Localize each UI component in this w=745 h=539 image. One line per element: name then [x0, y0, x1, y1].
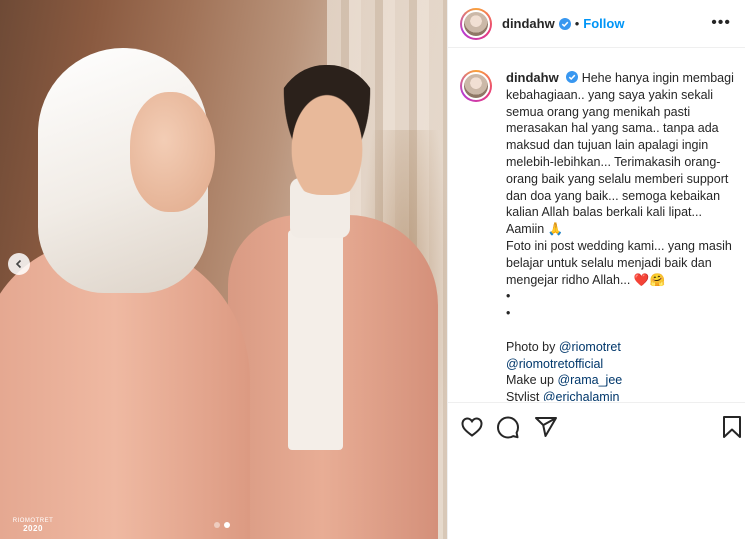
- caption-body: Hehe hanya ingin membagi kebahagiaan.. y…: [506, 71, 734, 237]
- post-side-panel: dindahw • Follow ••• dindahw Hehe hanya …: [447, 0, 745, 539]
- verified-badge-icon: [566, 71, 579, 83]
- caption-avatar[interactable]: [460, 70, 492, 102]
- carousel-dot-active: [224, 522, 230, 528]
- caption-username[interactable]: dindahw: [506, 70, 559, 85]
- photo-man-shirt: [288, 230, 343, 450]
- credit-stylist-link[interactable]: @erichalamin: [543, 390, 620, 401]
- comment-icon[interactable]: [496, 415, 520, 439]
- photo-woman-face: [130, 92, 215, 212]
- share-icon[interactable]: [534, 415, 558, 439]
- caption-body-2: Foto ini post wedding kami... yang masih…: [506, 238, 732, 287]
- action-bar: [448, 402, 745, 450]
- credit-photo-official-link[interactable]: @riomotretofficial: [506, 357, 603, 371]
- credit-photo-label: Photo by: [506, 339, 556, 354]
- photo-man-head: [272, 65, 382, 195]
- carousel-prev-button[interactable]: [8, 253, 30, 275]
- photo-watermark: RIOMOTRET 2020: [8, 517, 58, 533]
- caption-text: dindahw Hehe hanya ingin membagi kebahag…: [506, 70, 734, 401]
- header-separator: •: [574, 16, 580, 31]
- credit-makeup-link[interactable]: @rama_jee: [557, 373, 622, 387]
- chevron-left-icon: [15, 259, 22, 269]
- bookmark-icon[interactable]: [720, 415, 744, 439]
- caption-bullet: •: [506, 289, 511, 304]
- header-avatar[interactable]: [460, 7, 492, 40]
- carousel-indicator: [214, 522, 230, 528]
- post-photo[interactable]: RIOMOTRET 2020: [0, 0, 447, 539]
- praying-hands-emoji: 🙏: [547, 222, 564, 237]
- credit-stylist-label: Stylist: [506, 390, 540, 401]
- credit-photo-link[interactable]: @riomotret: [559, 340, 621, 354]
- heart-icon[interactable]: [460, 415, 484, 439]
- heart-hug-emoji: ❤️🤗: [633, 272, 666, 287]
- follow-button[interactable]: Follow: [583, 16, 624, 31]
- watermark-year: 2020: [23, 524, 43, 533]
- more-options-icon[interactable]: •••: [711, 14, 731, 32]
- verified-badge-icon: [558, 17, 571, 30]
- post-header: dindahw • Follow •••: [448, 0, 745, 48]
- credit-makeup-label: Make up: [506, 373, 554, 388]
- carousel-dot: [214, 522, 220, 528]
- caption-area: dindahw Hehe hanya ingin membagi kebahag…: [448, 58, 745, 401]
- header-username[interactable]: dindahw: [502, 16, 555, 31]
- caption-bullet: •: [506, 306, 511, 321]
